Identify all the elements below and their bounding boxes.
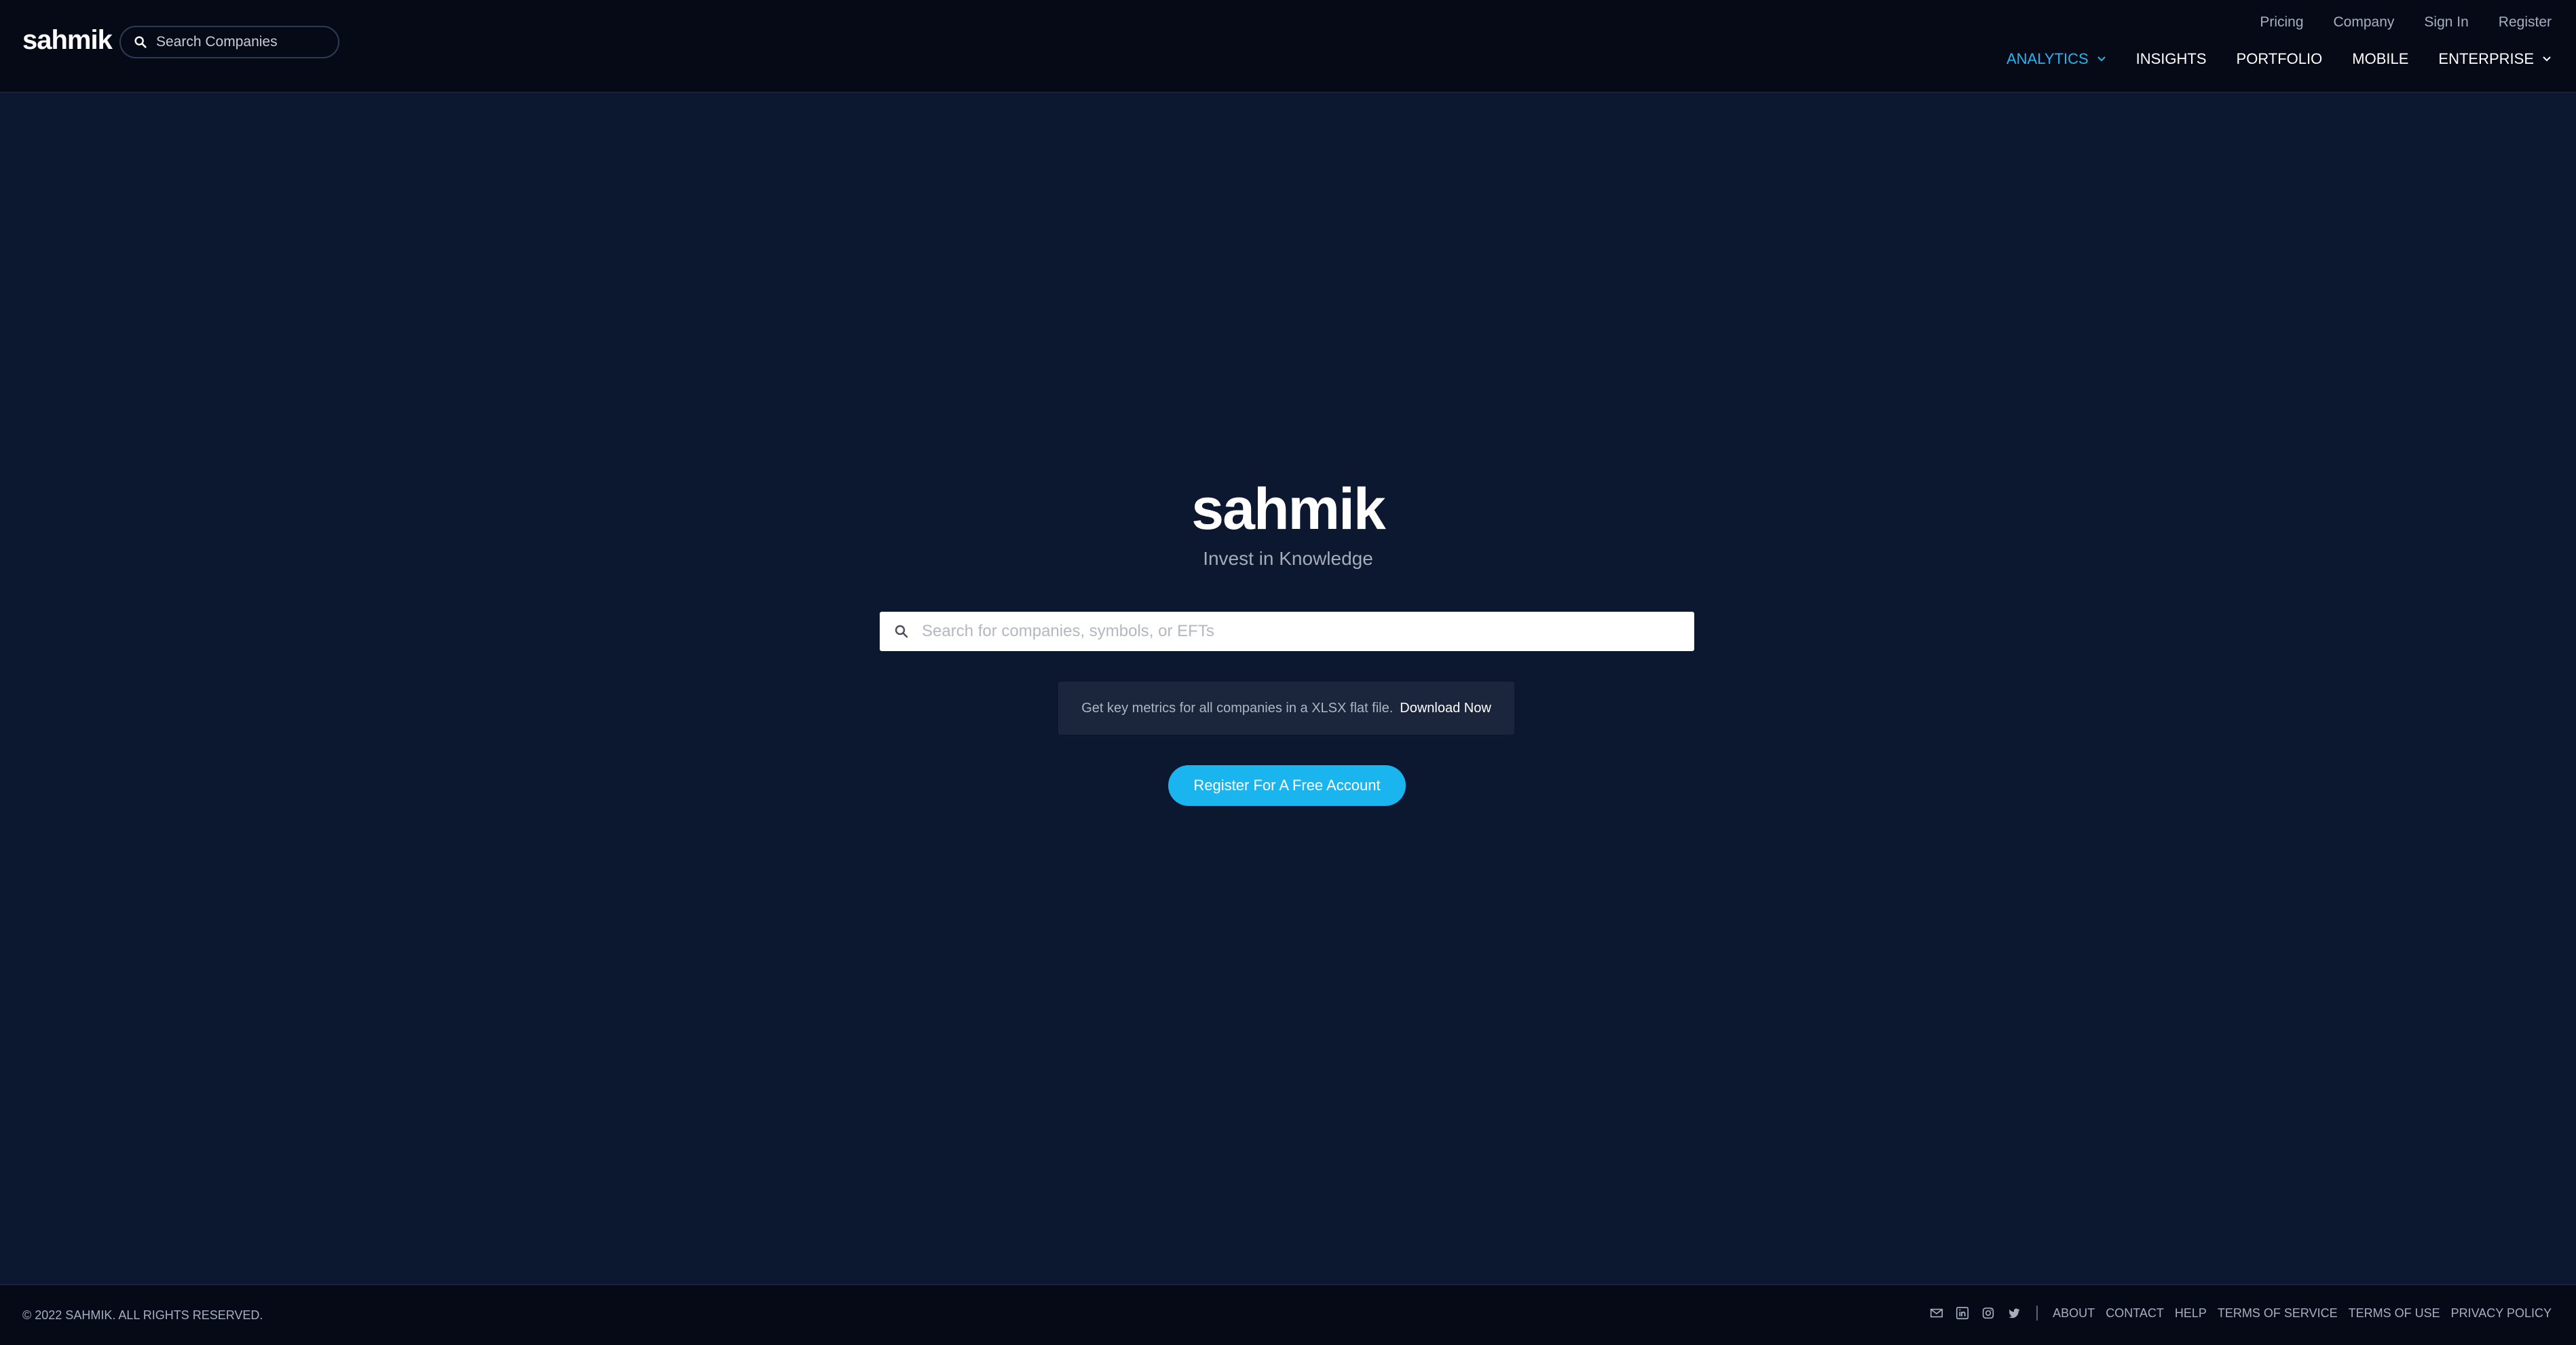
nav-enterprise-label: ENTERPRISE	[2438, 50, 2534, 67]
register-link[interactable]: Register	[2499, 14, 2552, 31]
nav-insights[interactable]: INSIGHTS	[2136, 49, 2207, 69]
header-search[interactable]	[119, 26, 339, 58]
register-free-account-button[interactable]: Register For A Free Account	[1168, 765, 1406, 806]
chevron-down-icon	[2097, 56, 2106, 62]
mail-icon[interactable]	[1929, 1306, 1944, 1321]
about-link[interactable]: ABOUT	[2053, 1306, 2095, 1321]
main-search-input[interactable]	[922, 622, 1682, 641]
header-logo[interactable]: sahmik	[22, 23, 113, 57]
main-search-bar[interactable]	[880, 612, 1694, 651]
search-icon	[134, 36, 147, 48]
hero-logo-part-2: ik	[1338, 477, 1386, 542]
main-nav: ANALYTICS INSIGHTS PORTFOLIO MOBILE ENTE…	[2006, 49, 2552, 69]
promo-text: Get key metrics for all companies in a X…	[1081, 700, 1394, 716]
pricing-link[interactable]: Pricing	[2260, 14, 2303, 31]
nav-analytics[interactable]: ANALYTICS	[2006, 49, 2106, 69]
sign-in-link[interactable]: Sign In	[2424, 14, 2468, 31]
top-header: sahmik Pricing Company Sign In Register …	[0, 0, 2576, 93]
download-now-link[interactable]: Download Now	[1400, 701, 1491, 716]
footer-divider	[2036, 1306, 2038, 1321]
nav-mobile[interactable]: MOBILE	[2352, 49, 2408, 69]
twitter-icon[interactable]	[2006, 1306, 2021, 1321]
search-icon	[895, 625, 908, 638]
download-promo: Get key metrics for all companies in a X…	[1058, 682, 1514, 735]
chevron-down-icon	[2543, 56, 2551, 62]
hero-logo: sahmik	[0, 475, 2576, 543]
terms-of-use-link[interactable]: TERMS OF USE	[2349, 1306, 2440, 1321]
footer: © 2022 SAHMIK. ALL RIGHTS RESERVED. ABOU…	[0, 1284, 2576, 1345]
utility-links: Pricing Company Sign In Register	[2260, 14, 2552, 31]
company-link[interactable]: Company	[2334, 14, 2395, 31]
help-link[interactable]: HELP	[2175, 1306, 2207, 1321]
tagline: Invest in Knowledge	[1203, 548, 1373, 569]
nav-portfolio[interactable]: PORTFOLIO	[2237, 49, 2323, 69]
nav-analytics-label: ANALYTICS	[2006, 50, 2089, 67]
hero-logo-part-1: sahm	[1191, 477, 1340, 542]
header-search-input[interactable]	[156, 34, 326, 50]
linkedin-icon[interactable]	[1955, 1306, 1970, 1321]
contact-link[interactable]: CONTACT	[2106, 1306, 2164, 1321]
privacy-policy-link[interactable]: PRIVACY POLICY	[2451, 1306, 2552, 1321]
instagram-icon[interactable]	[1981, 1306, 1996, 1321]
terms-of-service-link[interactable]: TERMS OF SERVICE	[2218, 1306, 2338, 1321]
footer-links: ABOUT CONTACT HELP TERMS OF SERVICE TERM…	[1929, 1306, 2552, 1321]
nav-enterprise[interactable]: ENTERPRISE	[2438, 49, 2552, 69]
copyright: © 2022 SAHMIK. ALL RIGHTS RESERVED.	[22, 1308, 263, 1322]
